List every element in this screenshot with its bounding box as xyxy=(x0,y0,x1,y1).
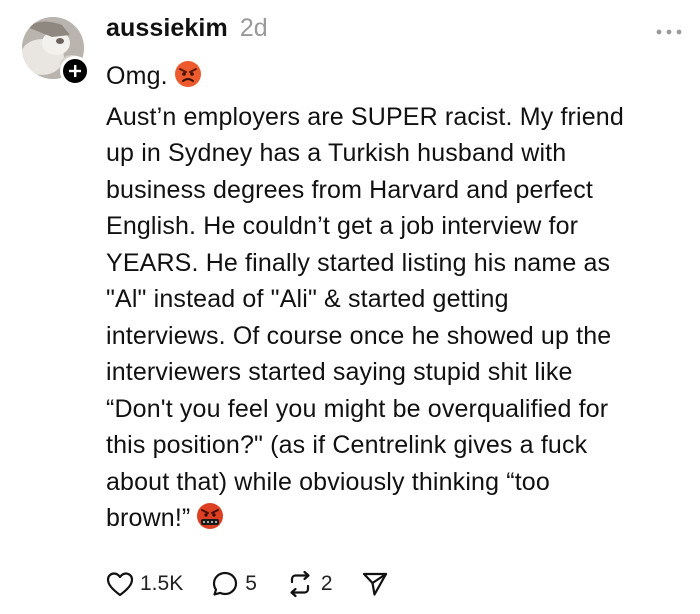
post-line-text: brown!” xyxy=(106,504,191,532)
post-body: Omg. Aust’n employers are SUPER racist. … xyxy=(106,58,686,541)
cursing-face-icon xyxy=(196,502,224,541)
post-line: YEARS. He finally started listing his na… xyxy=(106,248,611,277)
ellipsis-icon xyxy=(656,29,682,35)
post-line: Aust’n employers are SUPER racist. My fr… xyxy=(106,102,624,131)
post-header: aussiekim 2d xyxy=(106,14,268,48)
username[interactable]: aussiekim xyxy=(106,14,228,43)
share-button[interactable] xyxy=(361,570,389,598)
comment-icon xyxy=(213,571,238,596)
repost-icon xyxy=(290,570,310,598)
plus-icon xyxy=(69,65,81,77)
like-count: 1.5K xyxy=(140,572,184,595)
post-line: “Don't you feel you might be overqualifi… xyxy=(106,394,609,423)
send-icon xyxy=(362,572,387,596)
post-line: about that) while obviously thinking “to… xyxy=(106,467,550,496)
reply-button[interactable]: 5 xyxy=(211,570,257,598)
post-line: "Al" instead of "Ali" & started getting xyxy=(106,285,509,313)
post-line: Omg. xyxy=(106,58,686,99)
action-bar: 1.5K 5 2 xyxy=(106,566,417,602)
post-line: up in Sydney has a Turkish husband with xyxy=(106,139,567,167)
reply-count: 5 xyxy=(245,572,257,595)
post-line: English. He couldn’t get a job interview… xyxy=(106,212,579,240)
like-button[interactable]: 1.5K xyxy=(106,571,183,597)
more-options-button[interactable] xyxy=(654,22,684,42)
post-line: interviews. Of course once he showed up … xyxy=(106,321,612,350)
post-line: this position?" (as if Centrelink gives … xyxy=(106,431,588,459)
post-line: brown!” xyxy=(106,500,686,541)
follow-button[interactable] xyxy=(60,56,90,86)
timestamp[interactable]: 2d xyxy=(240,14,268,43)
avatar-container[interactable] xyxy=(22,17,90,86)
repost-button[interactable]: 2 xyxy=(285,570,333,598)
heart-icon xyxy=(106,572,134,597)
post-line-text: Omg. xyxy=(106,62,168,90)
post-line: interviewers started saying stupid shit … xyxy=(106,358,573,386)
repost-count: 2 xyxy=(320,572,333,595)
post-line: business degrees from Harvard and perfec… xyxy=(106,175,593,204)
angry-face-icon xyxy=(174,60,202,99)
